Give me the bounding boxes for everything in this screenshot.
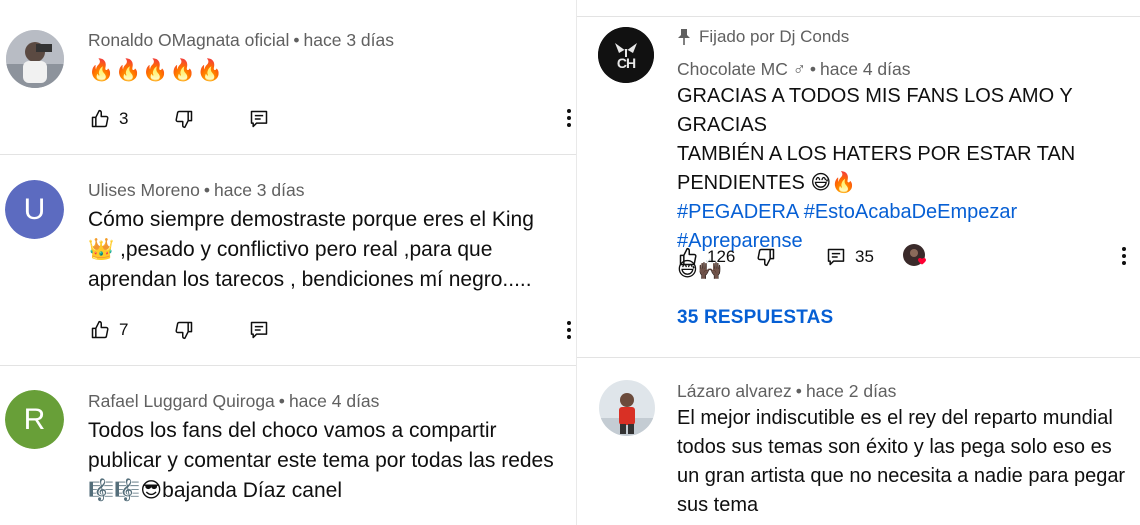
more-options-button[interactable] bbox=[563, 104, 575, 132]
creator-heart-icon bbox=[903, 244, 926, 266]
comment-line: GRACIAS A TODOS MIS FANS LOS AMO Y GRACI… bbox=[677, 85, 1073, 136]
avatar[interactable] bbox=[599, 380, 655, 436]
reply-button[interactable] bbox=[249, 104, 269, 134]
author-name[interactable]: Ulises Moreno bbox=[88, 180, 200, 200]
comment-line: TAMBIÉN A LOS HATERS POR ESTAR TAN bbox=[677, 143, 1076, 165]
reply-icon bbox=[250, 110, 268, 128]
thumbs-up-icon bbox=[91, 109, 109, 128]
comment-item: U Ulises Moreno • hace 3 días Cómo siempre… bbox=[0, 155, 576, 365]
thumbs-up-icon bbox=[679, 247, 697, 266]
profile-photo-icon bbox=[6, 30, 64, 88]
comment-time[interactable]: hace 2 días bbox=[806, 381, 896, 401]
avatar[interactable] bbox=[6, 30, 64, 88]
comments-panel-left: Ronaldo OMagnata oficial • hace 3 días 🔥🔥🔥… bbox=[0, 0, 576, 525]
reply-icon bbox=[250, 321, 268, 339]
comment-line: 🎼🎼😎bajanda Díaz canel bbox=[88, 479, 342, 502]
comment-time[interactable]: hace 4 días bbox=[820, 59, 910, 79]
comment-item: Ronaldo OMagnata oficial • hace 3 días 🔥🔥🔥… bbox=[0, 0, 576, 154]
comment-item: Lázaro alvarez • hace 2 días El mejor indi… bbox=[577, 358, 1140, 525]
like-button[interactable]: 3 bbox=[90, 104, 128, 134]
thumbs-up-icon bbox=[91, 320, 109, 339]
pinned-by-text: Fijado por Dj Conds bbox=[699, 27, 850, 46]
avatar-letter: U bbox=[5, 180, 64, 239]
comment-text: Cómo siempre demostraste porque eres el … bbox=[88, 205, 568, 295]
pinned-comment: CH Fijado por Dj Conds Chocolate MC ♂ • ha… bbox=[577, 17, 1140, 357]
comment-meta: Ronaldo OMagnata oficial • hace 3 días bbox=[88, 30, 394, 50]
comment-time[interactable]: hace 3 días bbox=[214, 180, 304, 200]
reply-button[interactable] bbox=[249, 315, 269, 345]
comment-meta: Rafael Luggard Quiroga • hace 4 días bbox=[88, 391, 380, 411]
like-count: 7 bbox=[119, 320, 129, 339]
comment-item: R Rafael Luggard Quiroga • hace 4 días Tod… bbox=[0, 366, 576, 525]
dislike-button[interactable] bbox=[174, 104, 194, 134]
comment-line: sus tema bbox=[677, 494, 759, 516]
comment-line: El mejor indiscutible es el rey del repa… bbox=[677, 407, 1113, 429]
author-name[interactable]: Rafael Luggard Quiroga bbox=[88, 391, 275, 411]
avatar[interactable]: R bbox=[5, 390, 64, 449]
reply-count: 35 bbox=[855, 247, 874, 266]
more-options-button[interactable] bbox=[563, 316, 575, 344]
channel-avatar[interactable]: CH bbox=[598, 27, 654, 83]
comment-text: Todos los fans del choco vamos a compart… bbox=[88, 416, 573, 506]
pinned-label: Fijado por Dj Conds bbox=[677, 27, 849, 47]
reply-button[interactable]: 35 bbox=[826, 242, 874, 272]
more-options-button[interactable] bbox=[1118, 242, 1130, 270]
comments-panel-right: CH Fijado por Dj Conds Chocolate MC ♂ • ha… bbox=[577, 0, 1140, 525]
like-button[interactable]: 7 bbox=[90, 315, 128, 345]
dislike-button[interactable] bbox=[174, 315, 194, 345]
comment-text: 🔥🔥🔥🔥🔥 bbox=[88, 59, 224, 82]
comment-meta: Ulises Moreno • hace 3 días bbox=[88, 180, 305, 200]
thumbs-down-icon bbox=[175, 321, 193, 340]
dislike-button[interactable] bbox=[756, 242, 776, 272]
like-count: 3 bbox=[119, 109, 129, 128]
comment-line: publicar y comentar este tema por todas … bbox=[88, 449, 554, 472]
comment-line: un gran artista que no necesita a nadie … bbox=[677, 465, 1126, 487]
avatar-letter: R bbox=[5, 390, 64, 449]
avatar[interactable]: U bbox=[5, 180, 64, 239]
channel-logo-text: CH bbox=[616, 55, 636, 71]
thumbs-down-icon bbox=[175, 110, 193, 129]
author-name[interactable]: Ronaldo OMagnata oficial bbox=[88, 30, 289, 50]
reply-icon bbox=[827, 248, 845, 266]
thumbs-down-icon bbox=[757, 248, 775, 267]
comment-line: 👑 ,pesado y conflictivo pero real ,para … bbox=[88, 238, 493, 261]
comment-line: Todos los fans del choco vamos a compart… bbox=[88, 419, 497, 442]
profile-photo-icon bbox=[599, 380, 655, 436]
comment-meta: Lázaro alvarez • hace 2 días bbox=[677, 381, 897, 401]
comment-time[interactable]: hace 4 días bbox=[289, 391, 379, 411]
like-button[interactable]: 126 bbox=[678, 242, 735, 272]
comment-text: El mejor indiscutible es el rey del repa… bbox=[677, 404, 1137, 520]
comment-line: aprendan los tarecos , bendiciones mí ne… bbox=[88, 268, 532, 291]
like-count: 126 bbox=[707, 247, 736, 266]
author-name[interactable]: Chocolate MC ♂ bbox=[677, 59, 806, 79]
creator-heart[interactable] bbox=[902, 242, 930, 272]
pin-icon bbox=[678, 29, 690, 45]
author-name[interactable]: Lázaro alvarez bbox=[677, 381, 792, 401]
comment-line: PENDIENTES 😅🔥 bbox=[677, 172, 857, 194]
comment-time[interactable]: hace 3 días bbox=[304, 30, 394, 50]
view-replies-button[interactable]: 35 RESPUESTAS bbox=[677, 307, 833, 329]
comment-meta: Chocolate MC ♂ • hace 4 días bbox=[677, 59, 911, 79]
comment-line: Cómo siempre demostraste porque eres el … bbox=[88, 208, 534, 231]
comment-line: todos sus temas son éxito y las pega sol… bbox=[677, 436, 1112, 458]
